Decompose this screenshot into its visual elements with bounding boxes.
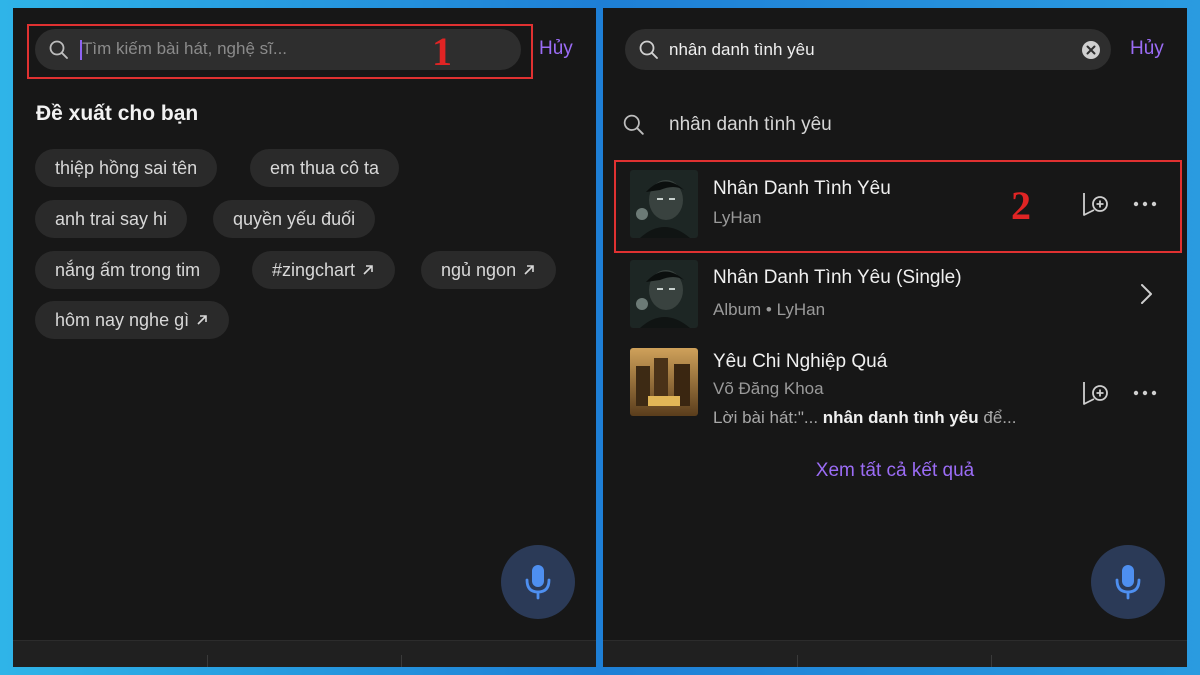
album-thumbnail: [630, 348, 698, 416]
search-screen-empty: Tìm kiếm bài hát, nghệ sĩ... Hủy 1 Đề xu…: [13, 8, 596, 667]
more-icon[interactable]: [1130, 378, 1160, 408]
search-icon: [623, 114, 644, 135]
nav-divider: [207, 655, 208, 667]
microphone-icon: [525, 565, 551, 600]
annotation-number-2: 2: [1011, 183, 1031, 228]
cancel-button[interactable]: Hủy: [539, 38, 573, 60]
annotation-box-2: [614, 160, 1182, 253]
suggestion-chip-trending[interactable]: hôm nay nghe gì: [35, 301, 230, 339]
chevron-right-icon: [1141, 284, 1152, 304]
suggestion-chip[interactable]: anh trai say hi: [35, 200, 188, 238]
suggestion-chip[interactable]: nắng ấm trong tim: [35, 251, 221, 289]
suggestion-chip[interactable]: thiệp hồng sai tên: [35, 149, 218, 187]
suggestion-chip[interactable]: em thua cô ta: [250, 149, 400, 187]
bottom-navigation: [13, 640, 596, 667]
arrow-up-right-icon: [197, 315, 207, 325]
suggestion-chip-trending[interactable]: ngủ ngon: [421, 251, 557, 289]
annotation-number-1: 1: [432, 29, 452, 74]
search-icon: [639, 40, 658, 59]
annotation-box-1: [27, 24, 533, 79]
suggestion-text: nhân danh tình yêu: [669, 114, 832, 135]
bottom-navigation: [603, 640, 1187, 667]
search-input[interactable]: nhân danh tình yêu: [625, 29, 1111, 70]
voice-search-button[interactable]: [1091, 545, 1165, 619]
result-title: Yêu Chi Nghiệp Quá: [713, 351, 888, 372]
voice-search-button[interactable]: [501, 545, 575, 619]
suggestion-chip-trending[interactable]: #zingchart: [252, 251, 396, 289]
album-thumbnail: [630, 260, 698, 328]
microphone-icon: [1115, 565, 1141, 600]
result-lyric-snippet: Lời bài hát:"... nhân danh tình yêu để..…: [713, 408, 1017, 427]
clear-icon[interactable]: [1081, 40, 1101, 60]
nav-divider: [991, 655, 992, 667]
result-title: Nhân Danh Tình Yêu (Single): [713, 267, 962, 288]
see-all-results-link[interactable]: Xem tất cả kết quả: [603, 460, 1187, 482]
search-screen-results: nhân danh tình yêu Hủy nhân danh tình yê…: [603, 8, 1187, 667]
section-title: Đề xuất cho bạn: [36, 102, 199, 125]
arrow-up-right-icon: [524, 265, 534, 275]
add-to-playlist-icon[interactable]: [1081, 378, 1111, 408]
cancel-button[interactable]: Hủy: [1130, 38, 1164, 60]
result-artist: Võ Đăng Khoa: [713, 379, 824, 398]
search-value: nhân danh tình yêu: [669, 39, 815, 59]
search-suggestion[interactable]: nhân danh tình yêu: [623, 114, 832, 136]
suggestion-chip[interactable]: quyền yếu đuối: [213, 200, 376, 238]
nav-divider: [797, 655, 798, 667]
nav-divider: [401, 655, 402, 667]
arrow-up-right-icon: [363, 265, 373, 275]
result-subtitle: Album • LyHan: [713, 300, 826, 319]
